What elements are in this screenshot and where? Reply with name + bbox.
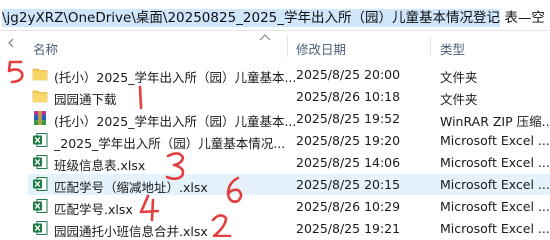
column-divider[interactable] [430, 35, 431, 57]
file-type: 文件夹 [440, 92, 478, 107]
file-type: Microsoft Excel ... [440, 155, 550, 170]
file-name: (托小）2025_学年出入所（园）儿童基本... [54, 70, 297, 85]
file-date: 2025/8/25 20:15 [296, 177, 401, 192]
file-row[interactable]: 园园通托小班信息合并.xlsx 2025/8/25 19:21 Microsof… [28, 218, 550, 239]
column-header-name[interactable]: 名称 [33, 39, 58, 58]
file-row[interactable]: 园园通下载 2025/8/26 10:18 文件夹 [28, 86, 550, 107]
file-row[interactable]: _2025_学年出入所（园）儿童基本情况... 2025/8/25 19:20 … [28, 130, 550, 151]
folder-icon [32, 90, 48, 103]
file-type: Microsoft Excel ... [440, 221, 550, 236]
excel-file-icon [33, 199, 48, 213]
file-name: 园园通托小班信息合并.xlsx [54, 224, 208, 239]
address-bar[interactable]: \jg2yXRZ\OneDrive\桌面\20250825_2025_学年出入所… [0, 0, 550, 31]
file-row[interactable]: (托小）2025_学年出入所（园）儿童基本... 2025/8/25 20:00… [28, 64, 550, 85]
file-date: 2025/8/25 20:00 [296, 67, 401, 82]
file-type: Microsoft Excel ... [440, 133, 550, 148]
file-date: 2025/8/25 19:21 [296, 221, 401, 236]
excel-file-icon [33, 221, 48, 235]
file-name: 匹配学号（缩减地址）.xlsx [54, 180, 208, 195]
address-path-suffix: 表—空 [500, 10, 545, 26]
excel-file-icon [33, 155, 48, 169]
file-name: 匹配学号.xlsx [54, 202, 133, 217]
column-header-modified[interactable]: 修改日期 [296, 39, 346, 58]
file-type: 文件夹 [440, 70, 478, 85]
file-date: 2025/8/25 19:20 [296, 133, 401, 148]
file-date: 2025/8/26 10:18 [296, 89, 401, 104]
file-row[interactable]: 班级信息表.xlsx 2025/8/25 14:06 Microsoft Exc… [28, 152, 550, 173]
folder-icon [32, 68, 48, 81]
excel-file-icon [33, 177, 48, 191]
file-date: 2025/8/25 19:52 [296, 111, 401, 126]
file-name: 园园通下载 [54, 92, 117, 107]
file-name: (托小）2025_学年出入所（园）儿童基本... [54, 114, 297, 129]
address-path[interactable]: \jg2yXRZ\OneDrive\桌面\20250825_2025_学年出入所… [2, 6, 545, 27]
file-name: 班级信息表.xlsx [54, 158, 146, 173]
file-type: WinRAR ZIP 压缩... [440, 114, 550, 129]
file-row[interactable]: 匹配学号.xlsx 2025/8/26 10:29 Microsoft Exce… [28, 196, 550, 217]
excel-file-icon [33, 133, 48, 147]
file-row-selected[interactable]: 匹配学号（缩减地址）.xlsx 2025/8/25 20:15 Microsof… [28, 174, 550, 195]
file-row[interactable]: (托小）2025_学年出入所（园）儿童基本... 2025/8/25 19:52… [28, 108, 550, 129]
column-header-type[interactable]: 类型 [440, 39, 465, 58]
annotation-5 [7, 60, 24, 84]
file-type: Microsoft Excel ... [440, 199, 550, 214]
file-type: Microsoft Excel ... [440, 177, 550, 192]
column-headers: 名称 修改日期 类型 [0, 33, 550, 59]
file-date: 2025/8/26 10:29 [296, 199, 401, 214]
column-divider[interactable] [287, 35, 288, 57]
file-name: _2025_学年出入所（园）儿童基本情况... [54, 136, 286, 151]
winrar-archive-icon [34, 111, 46, 125]
file-date: 2025/8/25 14:06 [296, 155, 401, 170]
sort-ascending-icon [259, 34, 271, 41]
address-path-selected: \jg2yXRZ\OneDrive\桌面\20250825_2025_学年出入所… [2, 9, 501, 27]
